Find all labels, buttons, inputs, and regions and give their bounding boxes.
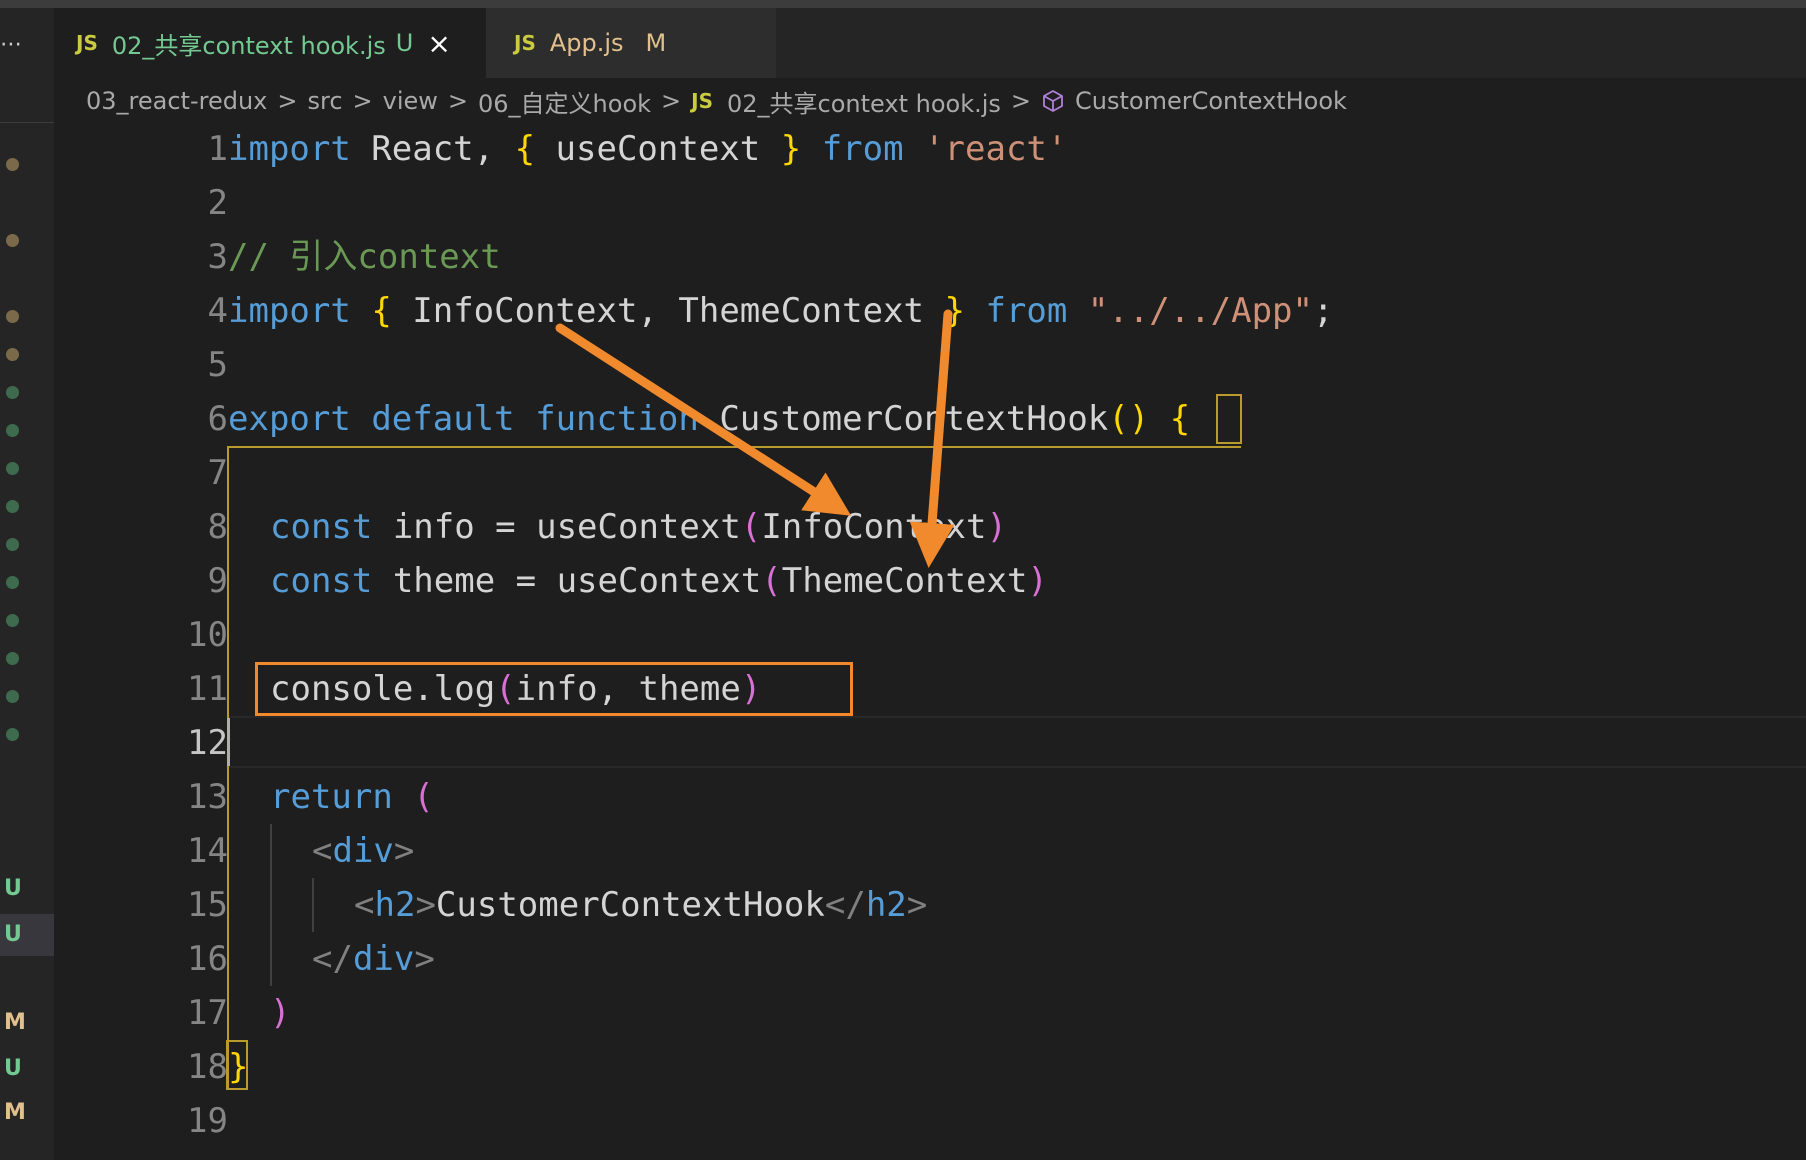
annotation-arrows — [555, 309, 955, 568]
annotation-arrow — [555, 323, 852, 516]
annotation-arrow — [909, 309, 955, 568]
